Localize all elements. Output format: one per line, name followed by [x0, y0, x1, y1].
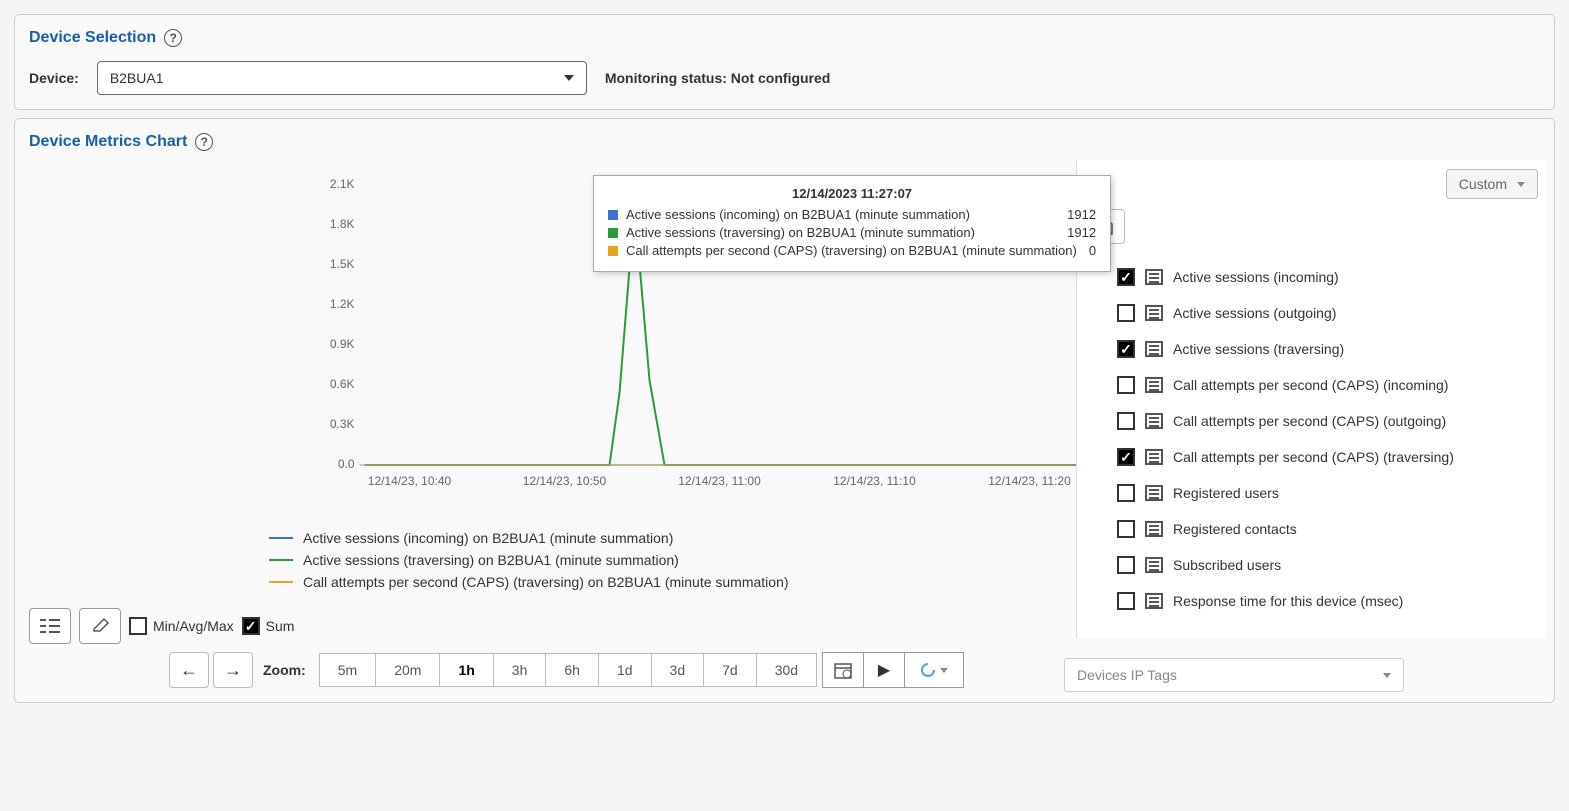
checkbox-icon — [1117, 520, 1135, 538]
chart-tooltip: 12/14/2023 11:27:07 Active sessions (inc… — [593, 175, 1111, 272]
checkbox-icon — [1117, 448, 1135, 466]
list-icon — [1145, 413, 1163, 429]
legend-swatch — [269, 559, 293, 561]
monitoring-status: Monitoring status: Not configured — [605, 70, 831, 86]
chevron-down-icon — [940, 668, 948, 673]
metric-item[interactable]: Active sessions (incoming) — [1117, 268, 1546, 286]
metric-list: Active sessions (incoming) Active sessio… — [1087, 268, 1546, 610]
zoom-20m[interactable]: 20m — [375, 653, 440, 687]
metric-item[interactable]: Call attempts per second (CAPS) (travers… — [1117, 448, 1546, 466]
device-value: B2BUA1 — [110, 70, 164, 86]
zoom-7d[interactable]: 7d — [703, 653, 757, 687]
calendar-button[interactable] — [822, 652, 864, 688]
svg-text:0.6K: 0.6K — [330, 377, 355, 391]
svg-text:0.0: 0.0 — [338, 457, 355, 471]
svg-text:0.3K: 0.3K — [330, 417, 355, 431]
checkbox-icon — [1117, 556, 1135, 574]
svg-text:2.1K: 2.1K — [330, 177, 355, 191]
tooltip-row: Call attempts per second (CAPS) (travers… — [608, 243, 1096, 258]
metrics-library-panel: ry Custom Active sessions (incoming) Act… — [1076, 159, 1546, 638]
svg-text:1.5K: 1.5K — [330, 257, 355, 271]
svg-text:12/14/23, 10:40: 12/14/23, 10:40 — [368, 474, 452, 488]
legend-swatch — [269, 581, 293, 583]
legend-swatch — [269, 537, 293, 539]
device-selection-panel: Device Selection ? Device: B2BUA1 Monito… — [14, 14, 1555, 110]
legend-toggle-button[interactable] — [29, 608, 71, 644]
chevron-down-icon — [1517, 182, 1525, 187]
checkbox-icon — [1117, 412, 1135, 430]
checkbox-icon — [242, 617, 260, 635]
checkbox-icon — [1117, 592, 1135, 610]
zoom-1d[interactable]: 1d — [598, 653, 652, 687]
metric-item[interactable]: Active sessions (traversing) — [1117, 340, 1546, 358]
help-icon[interactable]: ? — [195, 133, 213, 151]
sum-checkbox[interactable]: Sum — [242, 617, 295, 635]
zoom-3h[interactable]: 3h — [493, 653, 547, 687]
device-row: Device: B2BUA1 Monitoring status: Not co… — [29, 61, 1540, 95]
tooltip-row: Active sessions (traversing) on B2BUA1 (… — [608, 225, 1096, 240]
device-metrics-title: Device Metrics Chart ? — [29, 133, 1540, 151]
title-text: Device Selection — [29, 29, 156, 47]
metric-item[interactable]: Registered users — [1117, 484, 1546, 502]
metric-item[interactable]: Call attempts per second (CAPS) (incomin… — [1117, 376, 1546, 394]
zoom-1h[interactable]: 1h — [439, 653, 493, 687]
y-axis: 0.0 0.3K 0.6K 0.9K 1.2K 1.5K 1.8K 2.1K — [330, 177, 355, 471]
title-text: Device Metrics Chart — [29, 133, 187, 151]
eraser-button[interactable] — [79, 608, 121, 644]
list-icon — [1145, 305, 1163, 321]
list-icon — [1145, 485, 1163, 501]
checkbox-icon — [1117, 268, 1135, 286]
custom-button[interactable]: Custom — [1446, 169, 1538, 199]
list-icon — [1145, 377, 1163, 393]
chevron-down-icon — [1383, 673, 1391, 678]
list-icon — [1145, 341, 1163, 357]
device-label: Device: — [29, 70, 79, 86]
devices-ip-tags-select[interactable]: Devices IP Tags — [1064, 658, 1404, 692]
svg-text:12/14/23, 11:10: 12/14/23, 11:10 — [833, 474, 916, 488]
svg-text:12/14/23, 10:50: 12/14/23, 10:50 — [523, 474, 607, 488]
metric-item[interactable]: Active sessions (outgoing) — [1117, 304, 1546, 322]
list-icon — [1145, 557, 1163, 573]
device-selection-title: Device Selection ? — [29, 29, 1540, 47]
svg-text:1.2K: 1.2K — [330, 297, 355, 311]
list-icon — [1145, 269, 1163, 285]
svg-text:12/14/23, 11:00: 12/14/23, 11:00 — [678, 474, 761, 488]
chevron-down-icon — [564, 75, 574, 81]
prev-button[interactable]: ← — [169, 652, 209, 688]
zoom-30d[interactable]: 30d — [756, 653, 817, 687]
list-icon — [1145, 521, 1163, 537]
checkbox-icon — [1117, 376, 1135, 394]
zoom-6h[interactable]: 6h — [545, 653, 599, 687]
swatch-icon — [608, 228, 618, 238]
metric-item[interactable]: Response time for this device (msec) — [1117, 592, 1546, 610]
swatch-icon — [608, 246, 618, 256]
list-icon — [1145, 449, 1163, 465]
checkbox-icon — [1117, 484, 1135, 502]
device-select[interactable]: B2BUA1 — [97, 61, 587, 95]
next-button[interactable]: → — [213, 652, 253, 688]
metric-item[interactable]: Call attempts per second (CAPS) (outgoin… — [1117, 412, 1546, 430]
metric-item[interactable]: Subscribed users — [1117, 556, 1546, 574]
zoom-3d[interactable]: 3d — [651, 653, 705, 687]
refresh-dropdown[interactable] — [904, 652, 964, 688]
list-icon — [1145, 593, 1163, 609]
checkbox-icon — [129, 617, 147, 635]
checkbox-icon — [1117, 304, 1135, 322]
svg-text:12/14/23, 11:20: 12/14/23, 11:20 — [988, 474, 1071, 488]
minavgmax-checkbox[interactable]: Min/Avg/Max — [129, 617, 234, 635]
tooltip-timestamp: 12/14/2023 11:27:07 — [608, 186, 1096, 201]
device-metrics-panel: Device Metrics Chart ? 12/14/2023 11:27:… — [14, 118, 1555, 703]
help-icon[interactable]: ? — [164, 29, 182, 47]
play-button[interactable]: ▶ — [863, 652, 905, 688]
zoom-5m[interactable]: 5m — [319, 653, 376, 687]
checkbox-icon — [1117, 340, 1135, 358]
svg-text:1.8K: 1.8K — [330, 217, 355, 231]
svg-text:0.9K: 0.9K — [330, 337, 355, 351]
tooltip-row: Active sessions (incoming) on B2BUA1 (mi… — [608, 207, 1096, 222]
zoom-label: Zoom: — [263, 662, 306, 678]
swatch-icon — [608, 210, 618, 220]
metric-item[interactable]: Registered contacts — [1117, 520, 1546, 538]
